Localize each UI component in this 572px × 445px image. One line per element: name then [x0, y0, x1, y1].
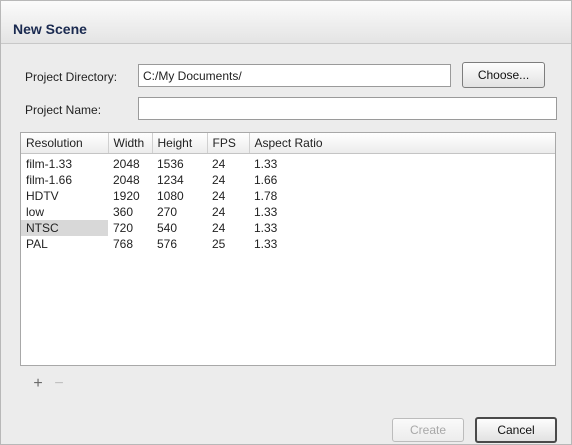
cell-height: 1536 [157, 157, 184, 171]
cell-resolution: film-1.66 [26, 173, 73, 187]
cell-fps: 24 [212, 189, 226, 203]
cell-height: 1080 [157, 189, 184, 203]
column-header-aspect-ratio[interactable]: Aspect Ratio [249, 133, 555, 154]
choose-button[interactable]: Choose... [462, 62, 545, 88]
cell-width: 1920 [113, 189, 140, 203]
project-name-field[interactable] [138, 97, 557, 120]
column-header-height[interactable]: Height [152, 133, 208, 154]
dialog-title: New Scene [13, 21, 87, 37]
project-directory-label: Project Directory: [25, 70, 118, 84]
cell-aspect-ratio: 1.33 [254, 157, 278, 171]
column-header-fps[interactable]: FPS [207, 133, 250, 154]
cell-resolution: HDTV [26, 189, 59, 203]
cell-width: 2048 [113, 157, 140, 171]
cell-fps: 25 [212, 237, 226, 251]
cell-aspect-ratio: 1.33 [254, 205, 278, 219]
minus-icon[interactable]: − [51, 376, 67, 392]
plus-icon[interactable]: + [30, 376, 46, 392]
resolution-table[interactable]: Resolution Width Height FPS Aspect Ratio… [20, 132, 556, 366]
column-header-resolution[interactable]: Resolution [21, 133, 109, 154]
table-row[interactable]: HDTV 1920 1080 24 1.78 [21, 188, 555, 204]
table-row-selected[interactable]: NTSC 720 540 24 1.33 [21, 220, 555, 236]
cell-resolution: low [26, 205, 45, 219]
cell-width: 720 [113, 221, 134, 235]
cell-fps: 24 [212, 173, 226, 187]
project-directory-field[interactable] [138, 64, 451, 87]
title-bar[interactable]: New Scene [1, 1, 571, 44]
table-row[interactable]: PAL 768 576 25 1.33 [21, 236, 555, 252]
cell-resolution: film-1.33 [26, 157, 73, 171]
cell-fps: 24 [212, 157, 226, 171]
cell-fps: 24 [212, 205, 226, 219]
cell-height: 270 [157, 205, 178, 219]
column-header-width[interactable]: Width [108, 133, 153, 154]
cell-aspect-ratio: 1.78 [254, 189, 278, 203]
cell-fps: 24 [212, 221, 226, 235]
cell-height: 1234 [157, 173, 184, 187]
cell-height: 576 [157, 237, 178, 251]
table-row[interactable]: film-1.33 2048 1536 24 1.33 [21, 154, 555, 173]
new-scene-dialog: New Scene Project Directory: Choose... P… [0, 0, 572, 445]
cell-aspect-ratio: 1.33 [254, 221, 278, 235]
table-row[interactable]: low 360 270 24 1.33 [21, 204, 555, 220]
cell-width: 768 [113, 237, 134, 251]
cell-width: 360 [113, 205, 134, 219]
cell-height: 540 [157, 221, 178, 235]
cell-aspect-ratio: 1.66 [254, 173, 278, 187]
table-row[interactable]: film-1.66 2048 1234 24 1.66 [21, 172, 555, 188]
table-header-row: Resolution Width Height FPS Aspect Ratio [21, 133, 555, 154]
project-name-label: Project Name: [25, 103, 102, 117]
cell-resolution: PAL [26, 237, 48, 251]
cell-width: 2048 [113, 173, 140, 187]
cell-resolution: NTSC [21, 220, 108, 236]
create-button[interactable]: Create [392, 418, 464, 442]
cancel-button[interactable]: Cancel [475, 417, 557, 443]
cell-aspect-ratio: 1.33 [254, 237, 278, 251]
